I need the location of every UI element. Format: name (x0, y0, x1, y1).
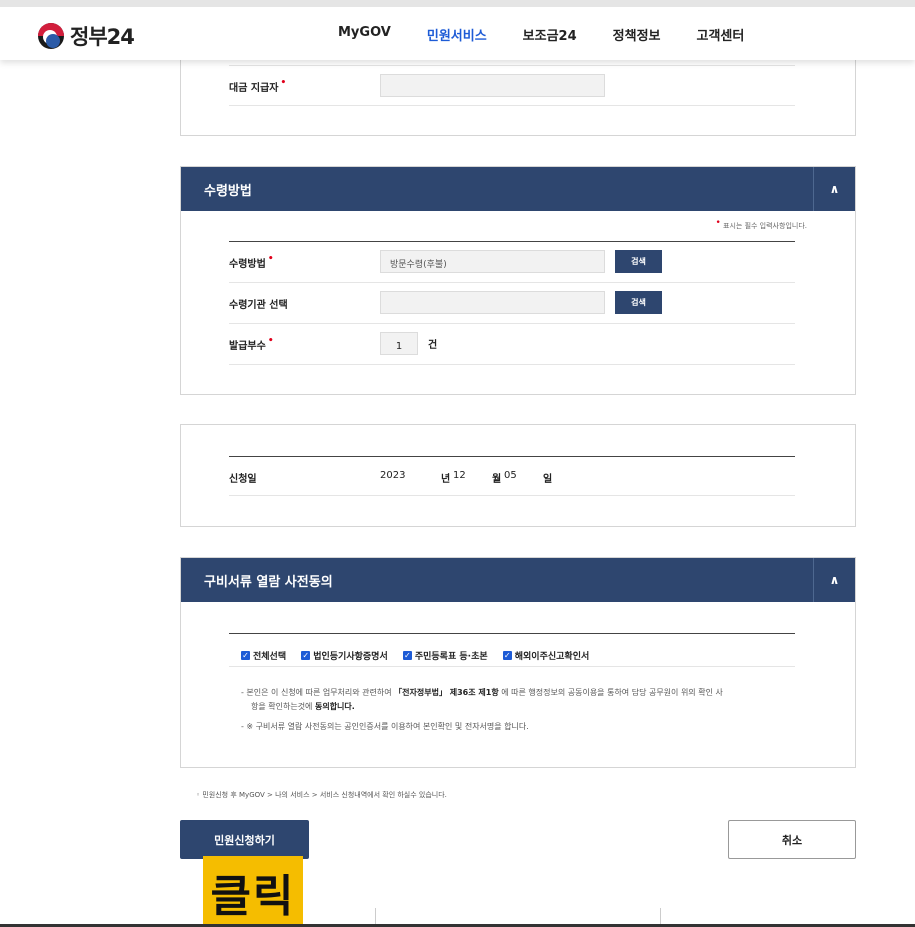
receive-method-header: 수령방법 ∧ (181, 167, 855, 211)
consent-title: 구비서류 열람 사전동의 (204, 574, 333, 590)
method-search-button[interactable]: 검색 (615, 250, 662, 273)
date-label: 신청일 (229, 474, 257, 485)
date-month: 12 (453, 470, 466, 481)
consent-panel: 구비서류 열람 사전동의 ∧ ✓ 전체선택 ✓ 법인등기사항증명서 ✓ 주민등록표 등… (180, 557, 856, 768)
payee-row: 대금 지급자 • (229, 65, 795, 106)
copies-label: 발급부수 (229, 341, 266, 352)
footnote: ◦ 민원신청 후 MyGOV > 나의 서비스 > 서비스 신청내역에서 확인 … (196, 791, 447, 799)
date-panel: 신청일 2023 년 12 월 05 일 (180, 424, 856, 527)
nav-subsidy[interactable]: 보조금24 (523, 25, 577, 44)
receive-method-title: 수령방법 (204, 183, 252, 199)
consent-collapse-button[interactable]: ∧ (813, 558, 855, 602)
method-label: 수령방법 (229, 259, 266, 270)
payee-label: 대금 지급자 (229, 83, 279, 94)
method-row: 수령방법 • 방문수령(후불) 검색 (229, 242, 795, 283)
office-input[interactable] (380, 291, 605, 314)
date-day-unit: 일 (543, 474, 553, 485)
nav-mygov[interactable]: MyGOV (338, 25, 391, 44)
chevron-up-icon: ∧ (829, 573, 840, 587)
checkbox-checked-icon: ✓ (241, 651, 250, 660)
checkbox-checked-icon: ✓ (502, 651, 512, 660)
site-header: 정부24 MyGOV 민원서비스 보조금24 정책정보 고객센터 (0, 0, 915, 60)
checkbox-all[interactable]: ✓ 전체선택 (241, 649, 286, 662)
logo-text: 정부24 (70, 25, 135, 49)
office-label: 수령기관 선택 (229, 300, 288, 311)
footer-divider (660, 908, 661, 924)
checkbox-corp-registry[interactable]: ✓ 법인등기사항증명서 (301, 649, 388, 662)
office-search-button[interactable]: 검색 (615, 291, 662, 314)
consent-description-1: - 본인은 이 신청에 따른 업무처리와 관련하여 「전자정부법」 제36조 제… (241, 688, 723, 711)
consent-description-2: - ※ 구비서류 열람 사전동의는 공인인증서를 이용하여 본인확인 및 전자서… (241, 722, 529, 731)
main-nav: MyGOV 민원서비스 보조금24 정책정보 고객센터 (338, 25, 780, 44)
nav-policy[interactable]: 정책정보 (613, 25, 661, 44)
checkbox-resident-registry[interactable]: ✓ 주민등록표 등·초본 (402, 649, 488, 662)
date-month-unit: 월 (492, 474, 502, 485)
required-note: • 표시는 필수 입력사항입니다. (715, 218, 807, 230)
date-year: 2023 (380, 470, 406, 481)
chevron-up-icon: ∧ (829, 182, 840, 196)
copies-row: 발급부수 • 1 건 (229, 324, 795, 365)
date-row: 신청일 2023 년 12 월 05 일 (229, 457, 795, 496)
checkbox-emigration[interactable]: ✓ 해외이주신고확인서 (502, 649, 589, 662)
nav-customer-center[interactable]: 고객센터 (697, 25, 745, 44)
copies-unit: 건 (428, 340, 438, 351)
office-row: 수령기관 선택 검색 (229, 283, 795, 324)
collapse-toggle-button[interactable]: ∧ (813, 167, 855, 211)
checkbox-checked-icon: ✓ (301, 651, 311, 660)
checkbox-checked-icon: ✓ (402, 651, 412, 660)
taegeuk-logo-icon (38, 23, 64, 49)
method-input[interactable]: 방문수령(후불) (380, 250, 605, 273)
receive-method-panel: 수령방법 ∧ • 표시는 필수 입력사항입니다. 수령방법 • 방문수령(후불) … (180, 166, 856, 395)
payee-input[interactable] (380, 74, 605, 97)
consent-checkbox-row: ✓ 전체선택 ✓ 법인등기사항증명서 ✓ 주민등록표 등·초본 ✓ 해외이주신고확인서 (229, 634, 795, 667)
submit-application-button[interactable]: 민원신청하기 (180, 820, 309, 859)
click-annotation-label: 클릭 (203, 856, 303, 927)
consent-header: 구비서류 열람 사전동의 ∧ (181, 558, 855, 602)
copies-input[interactable]: 1 (380, 332, 418, 355)
date-day: 05 (504, 470, 517, 481)
date-year-unit: 년 (441, 474, 451, 485)
footer-divider (375, 908, 376, 924)
site-logo[interactable]: 정부24 (38, 21, 135, 51)
cancel-button[interactable]: 취소 (728, 820, 856, 859)
nav-civil-service[interactable]: 민원서비스 (427, 25, 487, 44)
